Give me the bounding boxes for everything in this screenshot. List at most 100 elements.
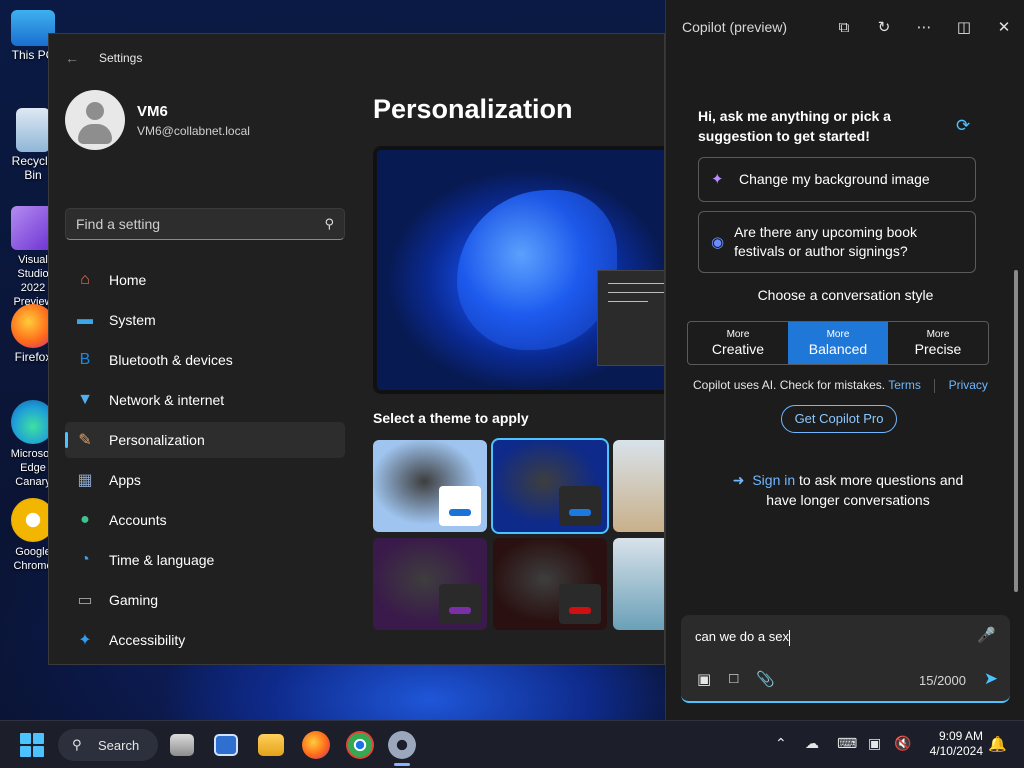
bluetooth-icon: B <box>79 351 91 368</box>
close-icon[interactable]: ✕ <box>984 18 1024 36</box>
settings-titlebar: ← Settings <box>49 34 664 82</box>
chat-input[interactable]: can we do a sex <box>695 629 790 646</box>
sidebar-item-label: Personalization <box>109 432 205 448</box>
preview-window <box>597 270 664 366</box>
suggestion-change-background[interactable]: ✦ Change my background image <box>698 157 976 202</box>
sidebar-item-personalization[interactable]: ✎ Personalization <box>65 422 345 458</box>
microphone-icon[interactable]: 🎤 <box>977 626 996 644</box>
sidebar-item-time-language[interactable]: ◔ Time & language <box>65 542 345 578</box>
signin-link[interactable]: Sign in <box>752 472 795 488</box>
sidebar-item-accounts[interactable]: ● Accounts <box>65 502 345 538</box>
firefox-taskbar-icon[interactable] <box>302 731 330 759</box>
new-suggestions-icon[interactable]: ⟳ <box>956 116 970 136</box>
brush-icon: ✎ <box>78 432 92 449</box>
sidebar-item-home[interactable]: ⌂ Home <box>65 262 345 298</box>
settings-window: ← Settings VM6 VM6@collabnet.local Find … <box>48 33 665 665</box>
cloud-offline-icon[interactable]: ☁ <box>805 735 819 752</box>
send-icon[interactable]: ➤ <box>984 669 998 689</box>
sidebar-item-label: Accounts <box>109 512 167 528</box>
more-options-icon[interactable]: ⋯ <box>904 18 944 36</box>
style-balanced-button[interactable]: More Balanced <box>788 322 888 364</box>
sign-in-icon: ➜ <box>732 472 745 488</box>
recycle-bin-icon <box>16 108 50 152</box>
wifi-icon: ▼ <box>77 391 93 408</box>
theme-partial-0[interactable] <box>613 440 664 532</box>
accessibility-icon: ✦ <box>78 632 92 649</box>
style-precise-button[interactable]: More Precise <box>888 322 988 364</box>
sidebar-item-privacy-security[interactable]: ◆Privacy & security <box>65 662 345 664</box>
file-explorer-icon[interactable] <box>258 734 284 756</box>
char-count: 15/2000 <box>919 673 966 688</box>
sidebar-item-network-internet[interactable]: ▼ Network & internet <box>65 382 345 418</box>
back-arrow-icon[interactable]: ← <box>65 50 81 66</box>
theme-heading: Select a theme to apply <box>373 410 529 426</box>
clock-time: 9:09 AM <box>938 729 983 743</box>
profile-name: VM6 <box>137 102 168 120</box>
conversation-style-selector: More Creative More Balanced More Precise <box>687 321 989 365</box>
settings-content: Personalization Select a theme to apply <box>373 82 664 664</box>
settings-nav-pane: VM6 VM6@collabnet.local Find a setting ⚲… <box>49 82 359 664</box>
dock-panel-icon[interactable]: ◫ <box>944 18 984 36</box>
sidebar-item-label: Accessibility <box>109 632 186 648</box>
sidebar-item-apps[interactable]: ▦ Apps <box>65 462 345 498</box>
chevron-up-icon[interactable]: ⌃ <box>775 735 787 752</box>
user-profile[interactable]: VM6 VM6@collabnet.local <box>65 90 250 150</box>
copilot-panel: Copilot (preview) ⧉ ↻ ⋯ ◫ ✕ Hi, ask me a… <box>665 0 1024 720</box>
theme-dark-bloom[interactable] <box>491 438 609 534</box>
search-icon: ⚲ <box>324 216 334 231</box>
clock-date: 4/10/2024 <box>929 744 983 758</box>
search-icon: ⚲ <box>72 737 82 752</box>
clock[interactable]: 9:09 AM 4/10/2024 <box>915 729 983 759</box>
sidebar-item-label: Bluetooth & devices <box>109 352 233 368</box>
widgets-icon[interactable] <box>214 734 238 756</box>
volume-muted-icon[interactable]: 🔇 <box>894 735 911 752</box>
copilot-title: Copilot (preview) <box>682 19 788 35</box>
screenshot-icon[interactable]: □ <box>729 670 738 688</box>
apps-icon: ▦ <box>77 472 93 489</box>
attach-icon[interactable]: 📎 <box>756 670 775 688</box>
suggestion-book-festivals[interactable]: ◉ Are there any upcoming book festivals … <box>698 211 976 273</box>
style-creative-button[interactable]: More Creative <box>688 322 788 364</box>
sidebar-item-system[interactable]: ▬ System <box>65 302 345 338</box>
theme-light-bloom[interactable] <box>373 440 487 532</box>
bloom-wallpaper <box>457 190 617 350</box>
settings-nav-list: ⌂ Home ▬ System B Bluetooth & devices ▼ Network… <box>65 262 345 664</box>
chrome-taskbar-icon[interactable] <box>346 731 374 759</box>
theme-partial-1[interactable] <box>613 538 664 630</box>
notification-bell-icon[interactable]: 🔔 <box>988 735 1007 753</box>
sidebar-item-label: System <box>109 312 156 328</box>
search-placeholder: Find a setting <box>76 216 161 232</box>
copilot-greeting: Hi, ask me anything or pick a suggestion… <box>698 108 891 144</box>
task-view-icon[interactable] <box>170 734 194 756</box>
settings-search-input[interactable]: Find a setting ⚲ <box>65 208 345 240</box>
theme-glow[interactable] <box>373 538 487 630</box>
open-external-icon[interactable]: ⧉ <box>824 19 864 36</box>
sidebar-item-label: Home <box>109 272 147 288</box>
terms-link[interactable]: Terms <box>888 378 921 392</box>
scrollbar[interactable] <box>1014 270 1018 592</box>
taskbar: ⚲ Search ⌃ ☁ ⌨ ▣ 🔇 9:09 AM 4/10/2024 🔔 <box>0 720 1024 768</box>
active-app-indicator <box>394 763 410 766</box>
refresh-icon[interactable]: ↻ <box>864 18 904 36</box>
sidebar-item-gaming[interactable]: ▭ Gaming <box>65 582 345 618</box>
keyboard-icon[interactable]: ⌨ <box>837 735 857 752</box>
globe-icon: ◔ <box>80 551 90 568</box>
sidebar-item-label: Gaming <box>109 592 159 608</box>
chat-icon: ◉ <box>711 233 725 251</box>
get-copilot-pro-button[interactable]: Get Copilot Pro <box>781 405 897 433</box>
start-button[interactable] <box>20 733 44 757</box>
settings-gear-icon[interactable] <box>388 731 416 759</box>
theme-flow[interactable] <box>493 538 607 630</box>
taskbar-search[interactable]: ⚲ Search <box>58 729 158 761</box>
network-icon[interactable]: ▣ <box>868 735 881 752</box>
profile-email: VM6@collabnet.local <box>137 123 250 138</box>
accounts-icon: ● <box>80 511 90 528</box>
privacy-link[interactable]: Privacy <box>949 378 988 392</box>
sidebar-item-bluetooth-devices[interactable]: B Bluetooth & devices <box>65 342 345 378</box>
settings-window-title: Settings <box>99 51 143 65</box>
sidebar-item-accessibility[interactable]: ✦ Accessibility <box>65 622 345 658</box>
sidebar-item-label: Time & language <box>109 552 215 568</box>
ai-disclaimer: Copilot uses AI. Check for mistakes. Ter… <box>693 378 988 393</box>
add-image-icon[interactable]: ▣ <box>697 670 711 688</box>
gamepad-icon: ▭ <box>77 592 93 609</box>
